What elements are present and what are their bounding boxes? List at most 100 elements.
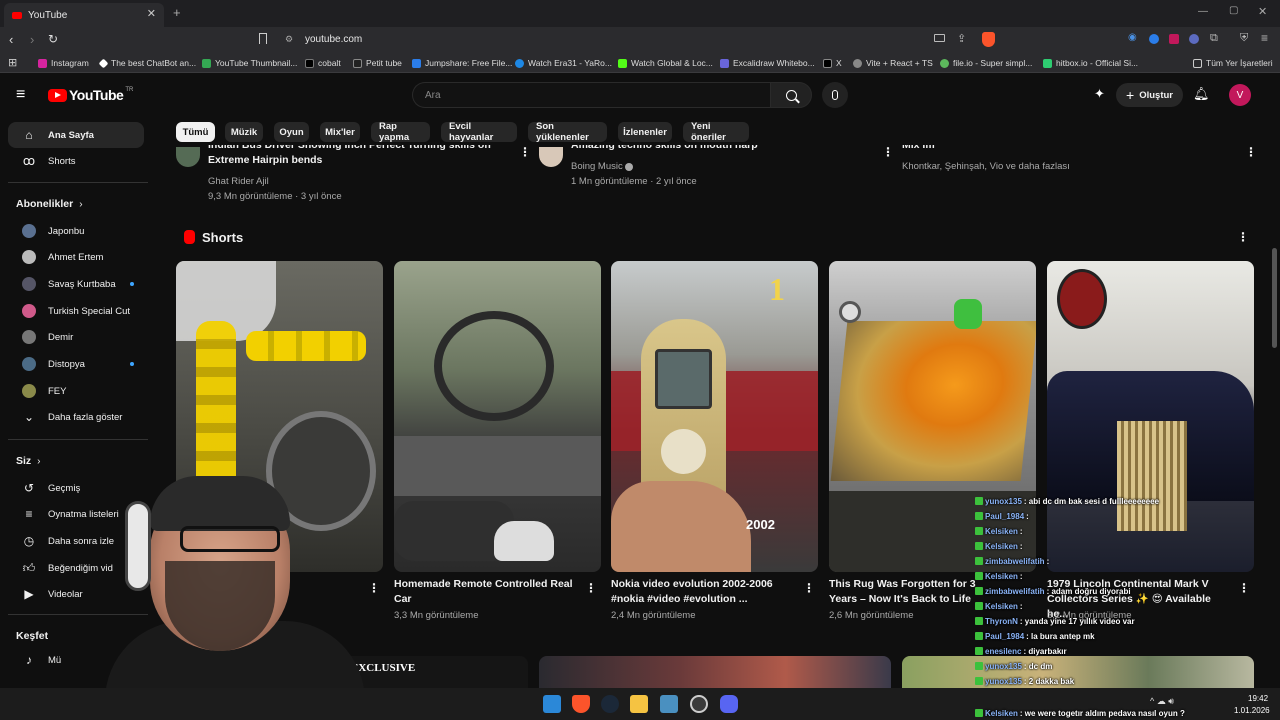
more-options-icon[interactable]: ⋮ [585,581,597,595]
photos-icon[interactable] [660,695,678,713]
brave-shield-icon[interactable] [982,32,995,47]
menu-icon[interactable]: ≡ [1261,31,1268,45]
search-input[interactable]: Ara [425,90,441,101]
more-options-icon[interactable]: ⋮ [519,145,531,159]
bookmark-item[interactable]: Watch Global & Loc... [618,56,713,70]
new-tab-button[interactable]: + [173,5,181,20]
short-thumbnail[interactable] [1047,261,1254,572]
page-scrollbar[interactable] [1272,248,1277,348]
sidebar-item-subscription[interactable]: Ahmet Ertem [8,244,144,270]
bookmark-item[interactable]: X [823,56,842,70]
search-button[interactable] [770,82,812,108]
tab-youtube[interactable]: YouTube ✕ [4,3,164,27]
sidebar-show-more[interactable]: ⌄ Daha fazla göster [8,404,144,430]
chip-gaming[interactable]: Oyun [274,122,309,142]
maximize-icon[interactable]: ▢ [1229,5,1238,16]
short-title[interactable]: This Rug Was Forgotten for 3 Years – Now… [829,577,999,607]
more-options-icon[interactable]: ⋮ [368,581,380,595]
extension-pink-icon[interactable] [1169,34,1179,44]
clock-time[interactable]: 19:42 [1248,694,1268,703]
shorts-more-options-icon[interactable]: ⋮ [1237,230,1249,244]
sidebar-item-subscription[interactable]: Japonbu [8,218,144,244]
sidebar-item-shorts[interactable]: ꝏ Shorts [8,148,144,174]
minimize-icon[interactable]: — [1198,6,1208,17]
site-info-icon[interactable]: ⚙ [285,34,293,45]
video-title[interactable]: Mix Im [902,145,1202,159]
file-explorer-icon[interactable] [630,695,648,713]
more-options-icon[interactable]: ⋮ [803,581,815,595]
extension-vpn-icon[interactable] [1149,34,1159,44]
short-thumbnail[interactable]: 1 2002 [611,261,818,572]
more-options-icon[interactable]: ⋮ [1245,145,1257,159]
forward-icon[interactable]: › [30,32,34,47]
channel-names[interactable]: Khontkar, Şehinşah, Vio ve daha fazlası [902,161,1070,172]
chip-rap[interactable]: Rap yapma [371,121,430,143]
chip-pets[interactable]: Evcil hayvanlar [441,121,517,143]
url-field[interactable]: youtube.com [305,34,362,45]
chip-music[interactable]: Müzik [225,122,263,142]
sparkle-icon[interactable]: ✦ [1094,86,1105,102]
bookmark-item[interactable]: Vite + React + TS [853,56,933,70]
search-box[interactable]: Ara [412,82,770,108]
voice-search-button[interactable] [822,82,848,108]
sidebar-item-subscription[interactable]: Distopya [8,351,144,377]
channel-name[interactable]: Boing Music [571,161,623,172]
chip-all[interactable]: Tümü [176,122,215,142]
all-bookmarks[interactable]: Tüm Yer İşaretleri [1193,56,1273,70]
audio-icon[interactable]: ◉ [1128,32,1137,43]
extension-blue-icon[interactable] [1189,34,1199,44]
short-title[interactable]: Homemade Remote Controlled Real Car [394,577,574,607]
cast-icon[interactable] [934,34,945,42]
chip-mixes[interactable]: Mix'ler [320,122,360,142]
close-window-icon[interactable]: ✕ [1258,5,1267,18]
chip-recently-uploaded[interactable]: Son yüklenenler [528,121,607,143]
chip-new-to-you[interactable]: Yeni öneriler [683,121,749,143]
bookmark-item[interactable]: file.io - Super simpl... [940,56,1032,70]
channel-avatar[interactable] [539,147,563,167]
bookmark-item[interactable]: hitbox.io - Official Si... [1043,56,1138,70]
bookmark-item[interactable]: Watch Era31 - YaRo... [515,56,612,70]
bookmark-item[interactable]: Jumpshare: Free File... [412,56,512,70]
short-title[interactable]: Nokia video evolution 2002-2006 #nokia #… [611,577,791,607]
bookmark-item[interactable]: The best ChatBot an... [98,56,196,70]
sidebar-item-home[interactable]: ⌂ Ana Sayfa [8,122,144,148]
discord-icon[interactable] [720,695,738,713]
windows-start-icon[interactable] [543,695,561,713]
notifications-bell-icon[interactable]: 🔔︎ [1193,86,1210,102]
share-icon[interactable]: ⇪ [957,32,966,45]
brave-taskbar-icon[interactable] [572,695,590,713]
reload-icon[interactable]: ↻ [48,32,58,46]
create-button[interactable]: + Oluştur [1116,83,1183,107]
short-thumbnail[interactable] [394,261,601,572]
webcam-overlay [30,471,365,720]
steam-icon[interactable] [601,695,619,713]
bookmark-item[interactable]: Petit tube [353,56,402,70]
video-title[interactable]: Amazing techno skills on mouth harp [571,145,861,159]
channel-name[interactable]: Ghat Rider Ajil [208,176,269,187]
clock-date[interactable]: 1.01.2026 [1234,706,1270,715]
channel-avatar[interactable] [176,147,200,167]
apps-grid-icon[interactable]: ⊞ [8,56,17,69]
bookmark-item[interactable]: YouTube Thumbnail... [202,56,297,70]
subscriptions-header[interactable]: Abonelikler › [8,191,144,217]
bookmark-item[interactable]: Excalidraw Whitebo... [720,56,815,70]
extensions-icon[interactable]: ⧉ [1210,32,1218,45]
tab-close-icon[interactable]: ✕ [147,7,156,20]
more-options-icon[interactable]: ⋮ [882,145,894,159]
more-options-icon[interactable]: ⋮ [1238,581,1250,595]
avatar[interactable]: V [1229,84,1251,106]
sidebar-item-subscription[interactable]: FEY [8,378,144,404]
shield-icon[interactable]: ⛨ [1240,32,1248,45]
chip-watched[interactable]: İzlenenler [618,122,672,142]
obs-icon[interactable] [690,695,708,713]
video-title[interactable]: Indian Bus Driver Showing Inch Perfect T… [208,145,498,175]
back-icon[interactable]: ‹ [9,32,13,47]
bookmark-item[interactable]: cobalt [305,56,341,70]
bookmark-page-icon[interactable] [259,33,267,44]
sidebar-item-subscription[interactable]: Savaş Kurtbaba [8,271,144,297]
sidebar-item-subscription[interactable]: Turkish Special Cut [8,298,144,324]
youtube-logo[interactable]: YouTube TR [48,87,133,103]
hamburger-menu-icon[interactable]: ≡ [16,86,25,104]
sidebar-item-subscription[interactable]: Demir [8,324,144,350]
bookmark-item[interactable]: Instagram [38,56,89,70]
